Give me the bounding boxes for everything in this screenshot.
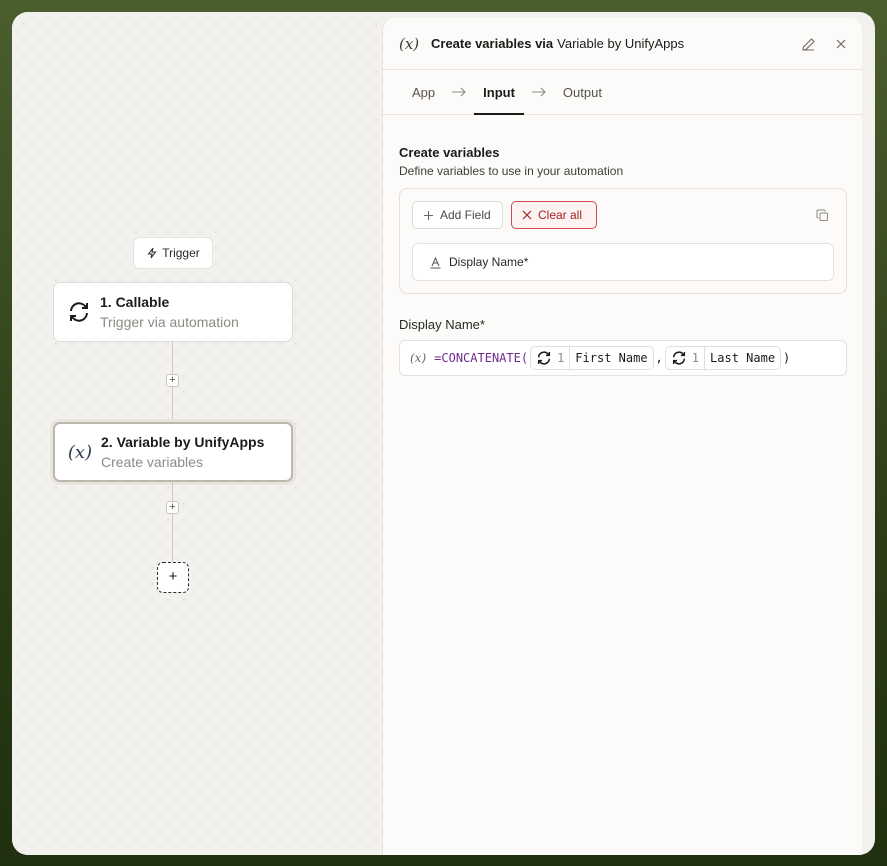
trigger-chip-label: Trigger — [162, 246, 200, 260]
close-icon[interactable] — [832, 35, 850, 53]
refresh-icon — [668, 347, 690, 369]
refresh-icon — [533, 347, 555, 369]
node-title: 1. Callable — [100, 294, 170, 310]
panel-app-name: Variable by UnifyApps — [557, 36, 685, 51]
add-node-button[interactable]: + — [157, 562, 189, 593]
panel-header: (x) Create variables via Variable by Uni… — [383, 18, 862, 70]
plus-icon — [424, 210, 433, 220]
token-name: First Name — [575, 351, 648, 365]
node-variable[interactable]: (x) 2. Variable by UnifyApps Create vari… — [53, 422, 293, 482]
section-title: Create variables — [399, 145, 500, 160]
node-callable[interactable]: 1. Callable Trigger via automation — [53, 282, 293, 342]
formula-editor[interactable]: (x) =CONCATENATE( 1 First Name , 1 Last … — [399, 340, 847, 376]
variable-icon: (x) — [67, 441, 93, 463]
clear-all-button[interactable]: Clear all — [511, 201, 597, 229]
close-icon — [522, 210, 532, 220]
tab-app[interactable]: App — [403, 70, 444, 115]
section-subtitle: Define variables to use in your automati… — [399, 164, 624, 178]
formula-label: Display Name* — [399, 317, 485, 332]
add-step-button[interactable]: + — [166, 374, 179, 387]
arrow-right-icon — [524, 70, 554, 115]
tab-output[interactable]: Output — [554, 70, 611, 115]
formula-separator: , — [655, 351, 663, 365]
trigger-chip[interactable]: Trigger — [133, 237, 213, 269]
node-subtitle: Create variables — [101, 454, 203, 470]
variable-icon: (x) — [410, 351, 427, 365]
copy-icon[interactable] — [816, 209, 830, 223]
formula-function: =CONCATENATE( — [434, 351, 529, 365]
field-row-display-name[interactable]: Display Name* — [412, 243, 834, 281]
config-panel: (x) Create variables via Variable by Uni… — [382, 18, 862, 855]
formula-token[interactable]: 1 Last Name — [664, 346, 782, 370]
add-field-button[interactable]: Add Field — [412, 201, 503, 229]
edit-icon[interactable] — [799, 35, 817, 53]
tab-input[interactable]: Input — [474, 70, 524, 115]
workflow-canvas[interactable]: Trigger 1. Callable Trigger via automati… — [12, 12, 382, 855]
refresh-icon — [66, 299, 92, 325]
token-step: 1 — [690, 347, 706, 369]
node-subtitle: Trigger via automation — [100, 314, 239, 330]
token-step: 1 — [555, 347, 571, 369]
arrow-right-icon — [444, 70, 474, 115]
panel-title: Create variables via — [431, 36, 554, 51]
step-tabs: App Input Output — [383, 70, 862, 115]
add-step-button[interactable]: + — [166, 501, 179, 514]
token-name: Last Name — [710, 351, 776, 365]
fields-container: Add Field Clear all Display Name* — [399, 188, 847, 294]
text-type-icon — [430, 256, 441, 268]
formula-close: ) — [783, 351, 791, 365]
field-label: Display Name* — [449, 255, 529, 269]
connector-line — [172, 482, 173, 564]
node-title: 2. Variable by UnifyApps — [101, 434, 265, 450]
lightning-icon — [147, 247, 157, 259]
variable-icon: (x) — [399, 34, 420, 53]
app-frame: Trigger 1. Callable Trigger via automati… — [12, 12, 875, 855]
add-field-label: Add Field — [440, 208, 491, 222]
clear-all-label: Clear all — [538, 208, 583, 222]
formula-token[interactable]: 1 First Name — [530, 346, 654, 370]
